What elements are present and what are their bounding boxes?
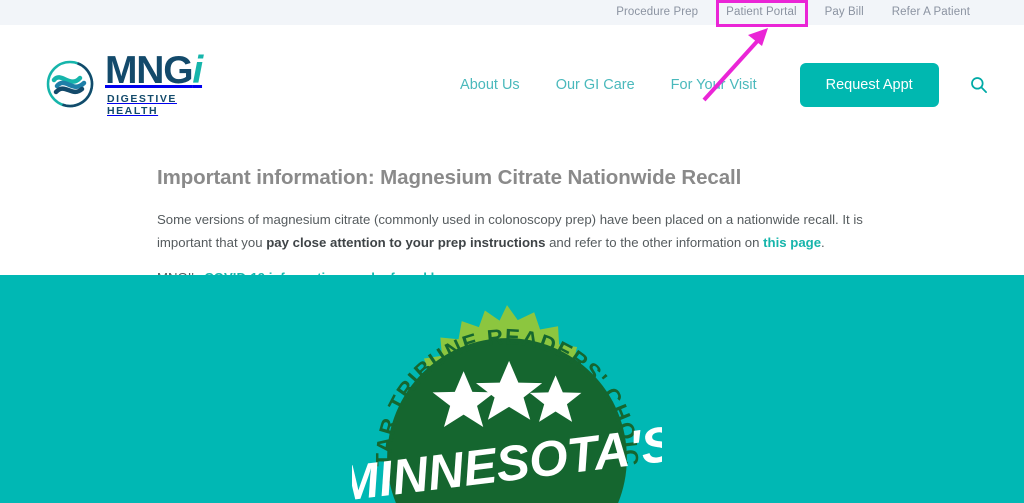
logo-wordmark: MNG i	[105, 49, 203, 93]
nav-link-our-gi-care[interactable]: Our GI Care	[538, 77, 653, 93]
logo-link[interactable]: MNG i DIGESTIVE HEALTH	[45, 49, 203, 117]
nav-link-about-us[interactable]: About Us	[442, 77, 538, 93]
logo-tagline: DIGESTIVE HEALTH	[107, 92, 177, 117]
utility-link-procedure-prep[interactable]: Procedure Prep	[602, 0, 712, 25]
hero-banner: STAR TRIBUNE READERS' CHOICE MINNESOTA'S…	[0, 275, 1024, 503]
notice-body-text-2: and refer to the other information on	[545, 235, 764, 251]
site-header: MNG i DIGESTIVE HEALTH About Us Our GI C…	[0, 25, 1024, 144]
search-icon	[970, 76, 987, 93]
logo-word-accent: i	[192, 49, 203, 93]
utility-link-refer-a-patient[interactable]: Refer A Patient	[878, 0, 984, 25]
utility-bar: Procedure Prep Patient Portal Pay Bill R…	[0, 0, 1024, 25]
mngi-helix-circle-logo-icon	[46, 61, 94, 108]
request-appt-button[interactable]: Request Appt	[799, 62, 939, 107]
primary-navigation: About Us Our GI Care For Your Visit Requ…	[442, 62, 991, 107]
notice-body: Some versions of magnesium citrate (comm…	[157, 208, 872, 254]
award-seal-badge-icon: STAR TRIBUNE READERS' CHOICE MINNESOTA'S…	[352, 303, 662, 503]
utility-link-patient-portal[interactable]: Patient Portal	[712, 0, 810, 25]
search-button[interactable]	[967, 73, 991, 97]
notice-this-page-link[interactable]: this page	[763, 235, 821, 250]
logo-text-block: MNG i DIGESTIVE HEALTH	[105, 49, 203, 117]
utility-link-pay-bill[interactable]: Pay Bill	[811, 0, 878, 25]
notice-body-emphasis: pay close attention to your prep instruc…	[266, 235, 546, 251]
nav-link-for-your-visit[interactable]: For Your Visit	[653, 77, 775, 93]
logo-word-main: MNG	[105, 49, 194, 93]
notice-title: Important information: Magnesium Citrate…	[157, 166, 742, 189]
notice-body-text-3: .	[821, 235, 825, 251]
utility-bar-wrapper: Procedure Prep Patient Portal Pay Bill R…	[0, 0, 1024, 27]
